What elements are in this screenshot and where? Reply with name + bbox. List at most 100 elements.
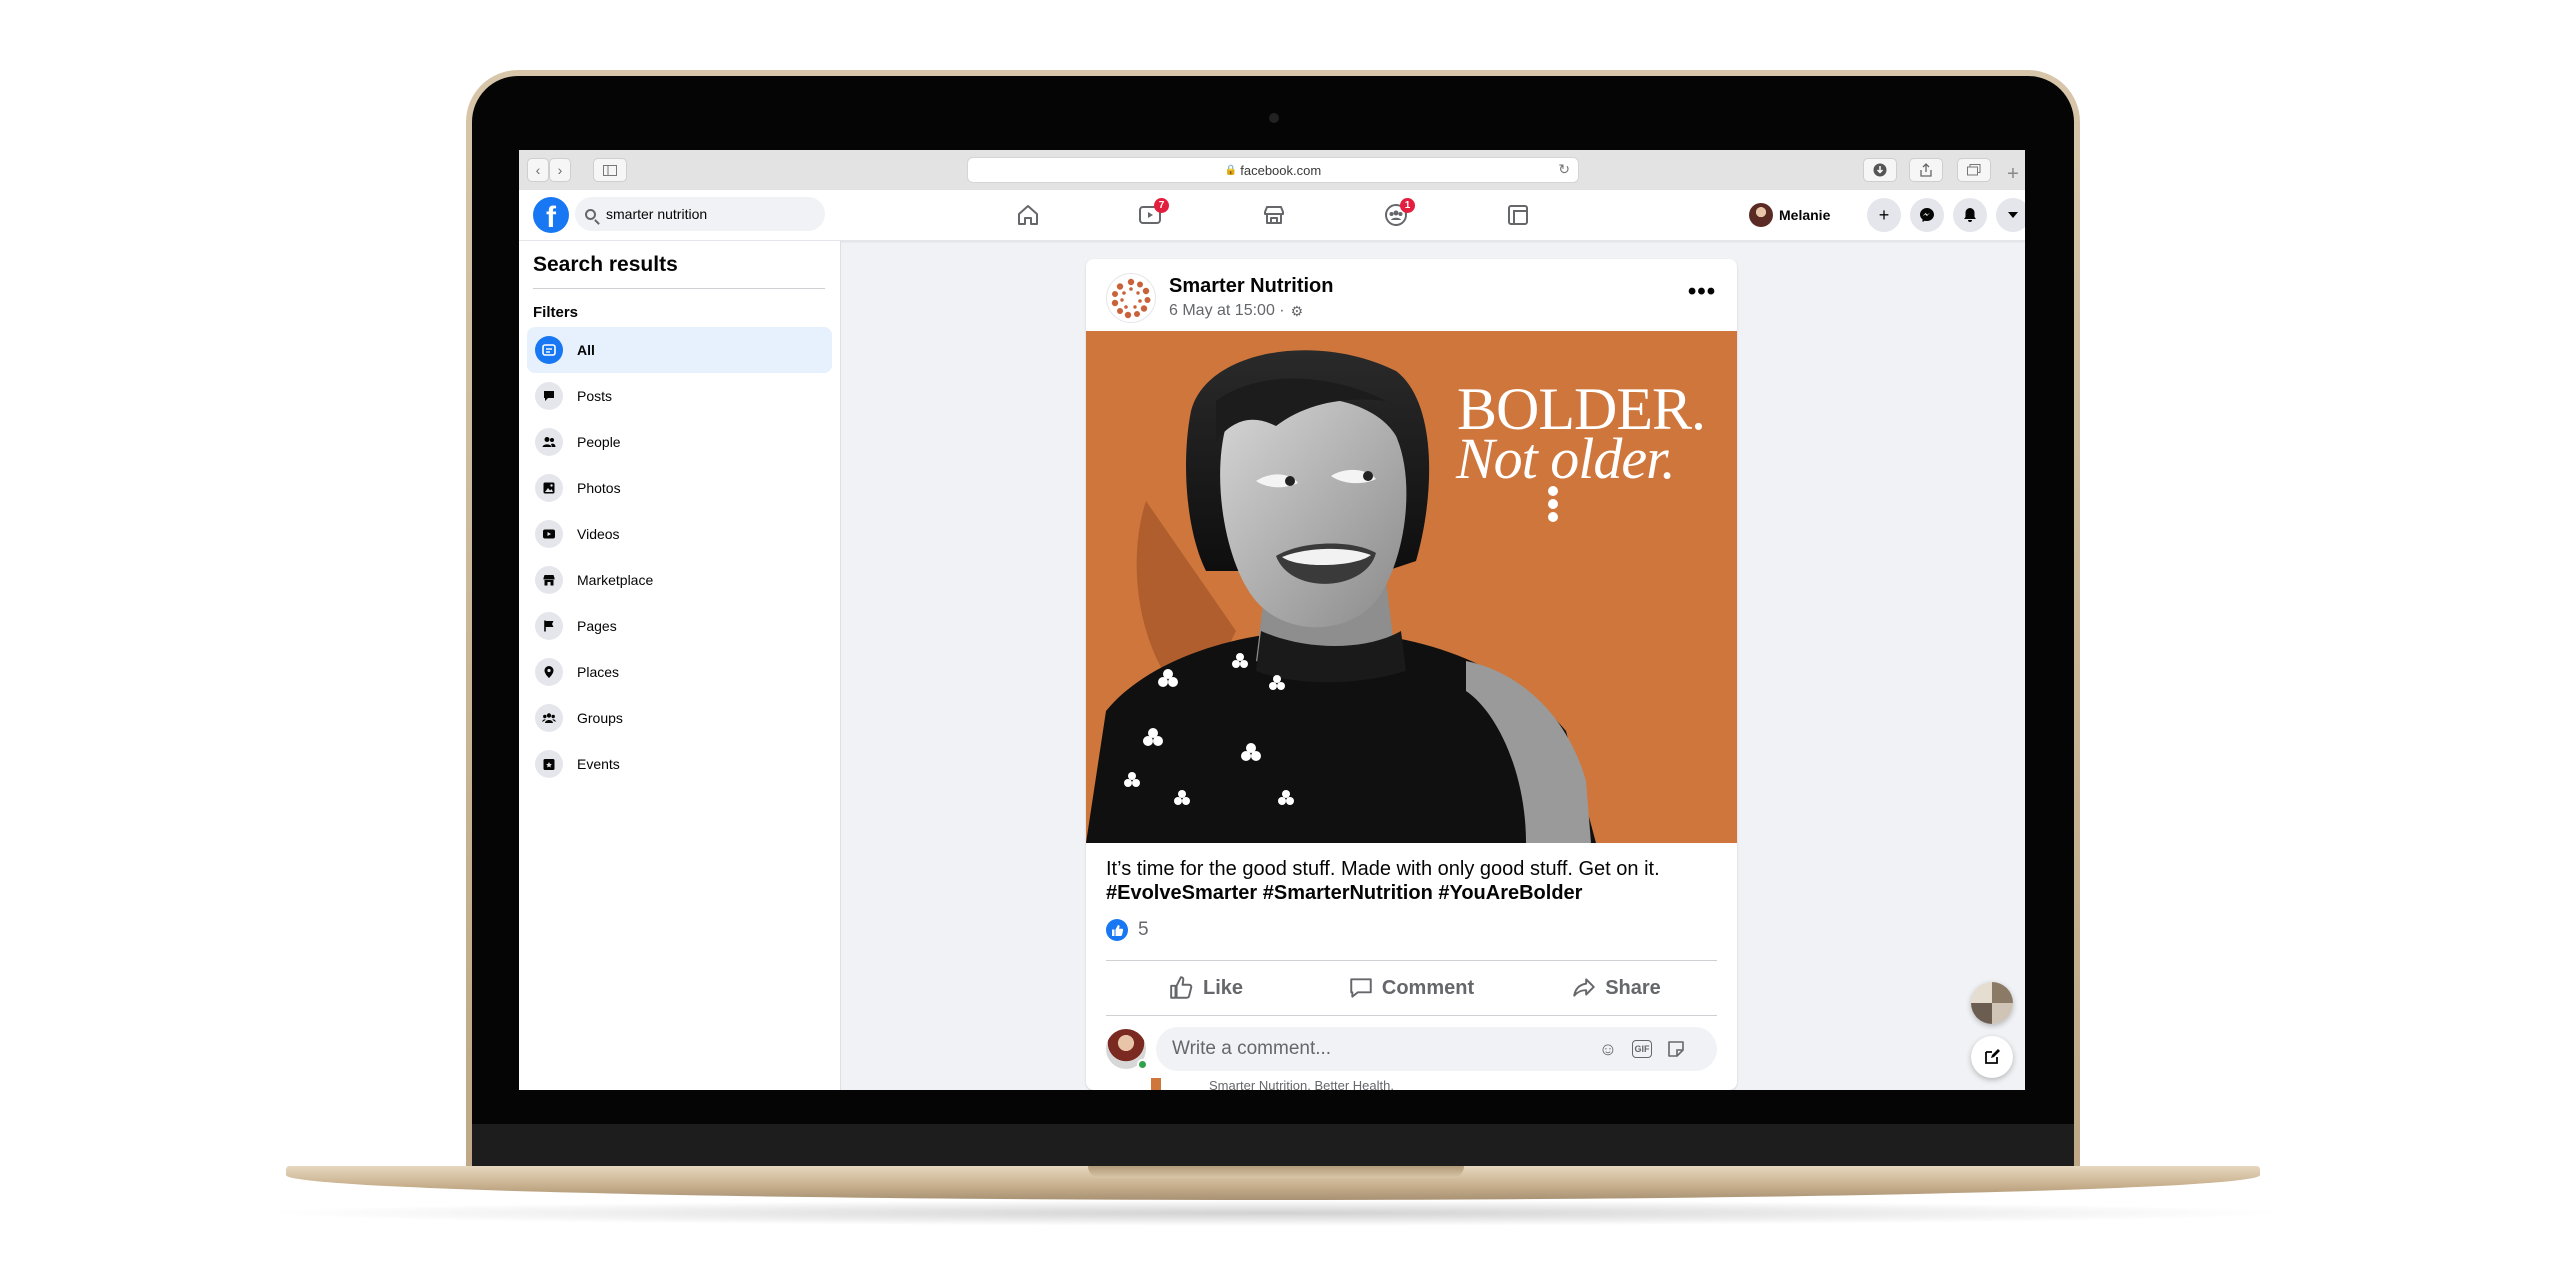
post-author[interactable]: Smarter Nutrition [1169, 275, 1333, 298]
notifications-button[interactable] [1953, 198, 1987, 232]
forward-button[interactable]: › [549, 158, 571, 182]
post-options-button[interactable]: ••• [1685, 280, 1719, 307]
filter-marketplace[interactable]: Marketplace [527, 557, 832, 603]
filter-label: Events [577, 756, 620, 772]
filter-all[interactable]: All [527, 327, 832, 373]
messenger-icon [1920, 208, 1934, 222]
post-meta: 6 May at 15:00 · ⚙ [1169, 302, 1303, 320]
facebook-logo[interactable]: f [533, 197, 569, 233]
bell-icon [1964, 208, 1976, 222]
marketplace-icon [1264, 206, 1284, 224]
reaction-count: 5 [1138, 919, 1149, 940]
search-box[interactable] [575, 197, 825, 231]
marketplace-icon [535, 566, 563, 594]
online-status-dot [1137, 1059, 1148, 1070]
post-timestamp[interactable]: 6 May at 15:00 · [1169, 302, 1285, 320]
address-bar-url: facebook.com [1240, 162, 1322, 178]
sidebar-icon [603, 164, 617, 176]
screen: ‹ › 🔒 facebook.com ↻ + f smarter nutriti… [519, 150, 2025, 1090]
filter-photos[interactable]: Photos [527, 465, 832, 511]
facebook-top-nav: f 7 1 Melanie + [519, 190, 2025, 241]
create-button[interactable]: + [1867, 198, 1901, 232]
laptop-shadow [250, 1200, 2300, 1226]
location-pin-icon [535, 658, 563, 686]
filter-pages[interactable]: Pages [527, 603, 832, 649]
filter-events[interactable]: Events [527, 741, 832, 787]
gaming-icon [1508, 205, 1528, 225]
all-results-icon [535, 336, 563, 364]
videos-icon [535, 520, 563, 548]
people-icon [535, 428, 563, 456]
chat-head-avatar[interactable] [1971, 982, 2013, 1024]
page-avatar[interactable] [1106, 273, 1156, 323]
share-label: Share [1605, 976, 1661, 999]
nav-marketplace[interactable] [1259, 200, 1289, 230]
smarter-nutrition-logo [1111, 278, 1151, 319]
new-tab-button[interactable]: + [2003, 164, 2023, 184]
downloads-button[interactable] [1863, 158, 1897, 182]
nav-watch[interactable]: 7 [1135, 198, 1169, 230]
messenger-button[interactable] [1910, 198, 1944, 232]
sticker-icon[interactable] [1664, 1037, 1688, 1061]
tabs-overview-button[interactable] [1957, 158, 1991, 182]
nav-groups[interactable]: 1 [1381, 198, 1415, 230]
new-message-button[interactable] [1971, 1036, 2013, 1078]
profile-shortcut[interactable]: Melanie [1749, 200, 1830, 230]
next-post-thumbnail [1151, 1078, 1161, 1090]
filter-people[interactable]: People [527, 419, 832, 465]
flag-icon [535, 612, 563, 640]
lock-icon: 🔒 [1224, 164, 1238, 176]
comment-composer[interactable]: ☺ GIF [1156, 1027, 1717, 1071]
search-icon [585, 208, 596, 220]
post-image[interactable]: BOLDER. Not older. [1086, 331, 1737, 843]
sidebar-title: Search results [533, 253, 678, 276]
reaction-summary[interactable]: 5 [1106, 919, 1149, 941]
plus-icon: + [1878, 204, 1890, 225]
comment-label: Comment [1381, 976, 1475, 999]
audience-gear-icon: ⚙ [1290, 302, 1304, 319]
filter-videos[interactable]: Videos [527, 511, 832, 557]
search-input[interactable] [604, 205, 808, 223]
like-label: Like [1202, 976, 1244, 999]
share-button[interactable]: Share [1516, 964, 1716, 1012]
back-button[interactable]: ‹ [527, 158, 549, 182]
thumbs-up-icon [1170, 976, 1193, 999]
filter-label: Videos [577, 526, 620, 542]
groups-icon [535, 704, 563, 732]
browser-toolbar: ‹ › 🔒 facebook.com ↻ + [519, 150, 2025, 191]
image-headline-line2: Not older. [1456, 426, 1676, 491]
post-hashtags[interactable]: #EvolveSmarter #SmarterNutrition #YouAre… [1106, 882, 1582, 905]
account-menu-button[interactable] [1996, 198, 2025, 232]
filter-label: Places [577, 664, 620, 680]
photos-icon [535, 474, 563, 502]
divider [1106, 1015, 1717, 1016]
comment-icon [1350, 978, 1372, 998]
filter-posts[interactable]: Posts [527, 373, 832, 419]
compose-icon [1985, 1049, 2000, 1064]
comment-button[interactable]: Comment [1311, 964, 1511, 1012]
like-button[interactable]: Like [1106, 964, 1306, 1012]
nav-gaming[interactable] [1503, 200, 1533, 230]
filter-label: Posts [577, 388, 613, 404]
watch-notification-badge: 7 [1154, 198, 1169, 213]
comment-input[interactable] [1170, 1037, 1584, 1061]
share-icon [1920, 163, 1932, 177]
calendar-star-icon [535, 750, 563, 778]
gif-icon[interactable]: GIF [1632, 1040, 1652, 1058]
search-filters-sidebar: Search results Filters All Posts People [519, 241, 841, 1090]
caret-down-icon [2008, 212, 2018, 218]
nav-home[interactable] [1013, 200, 1043, 230]
home-icon [1018, 205, 1038, 225]
filters-heading: Filters [533, 304, 579, 321]
reload-icon[interactable]: ↻ [1558, 161, 1570, 178]
filter-places[interactable]: Places [527, 649, 832, 695]
share-browser-button[interactable] [1909, 158, 1943, 182]
next-post-peek-text: Smarter Nutrition. Better Health. [1209, 1078, 1394, 1090]
address-bar[interactable]: 🔒 facebook.com ↻ [967, 157, 1579, 183]
sidebar-toggle-button[interactable] [593, 158, 627, 182]
divider [533, 288, 825, 289]
emoji-icon[interactable]: ☺ [1596, 1037, 1620, 1061]
filter-groups[interactable]: Groups [527, 695, 832, 741]
profile-name: Melanie [1779, 207, 1831, 223]
tabs-icon [1967, 164, 1981, 176]
